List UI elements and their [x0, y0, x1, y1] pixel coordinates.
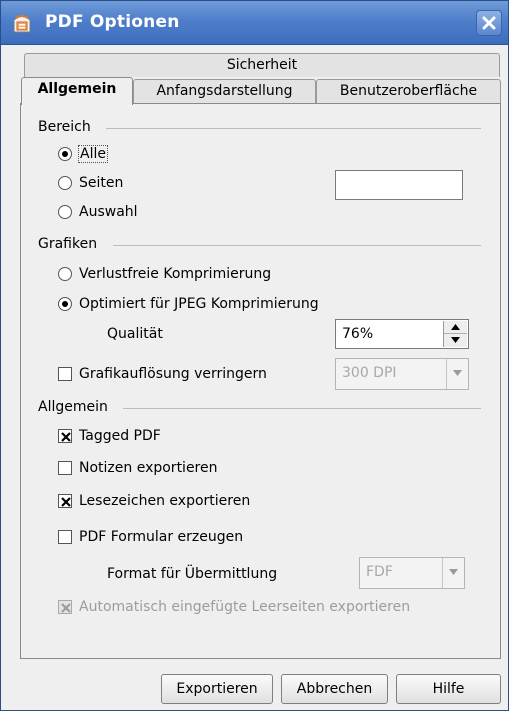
radio-verlustfrei[interactable]: Verlustfreie Komprimierung	[58, 266, 271, 282]
section-grafiken-heading: Grafiken	[38, 236, 98, 252]
radio-button-checked[interactable]	[58, 147, 72, 161]
checkbox-checked[interactable]	[58, 429, 72, 443]
aufloesung-dropdown[interactable]: 300 DPI	[335, 358, 469, 390]
checkbox-lesezeichen[interactable]: Lesezeichen exportieren	[58, 493, 250, 509]
radio-alle[interactable]: Alle	[58, 145, 108, 163]
tab-benutzeroberflaeche-label: Benutzeroberfläche	[339, 83, 478, 99]
spin-buttons	[443, 321, 467, 347]
help-button-label: Hilfe	[432, 681, 465, 697]
radio-alle-label: Alle	[78, 145, 108, 163]
radio-auswahl-label: Auswahl	[79, 204, 138, 220]
tab-benutzeroberflaeche[interactable]: Benutzeroberfläche	[316, 79, 501, 103]
checkbox[interactable]	[58, 530, 72, 544]
window-title: PDF Optionen	[45, 12, 180, 32]
checkbox[interactable]	[58, 367, 72, 381]
qualitaet-label: Qualität	[107, 326, 163, 342]
checkbox-aufloesung[interactable]: Grafikauflösung verringern	[58, 366, 267, 382]
pdf-options-dialog: PDF Optionen Sicherheit Allgemein Anfang…	[0, 0, 509, 711]
radio-button-checked[interactable]	[58, 297, 72, 311]
checkbox[interactable]	[58, 461, 72, 475]
export-button-label: Exportieren	[176, 681, 258, 697]
separator	[106, 128, 481, 129]
format-dropdown[interactable]: FDF	[359, 557, 465, 589]
tab-allgemein[interactable]: Allgemein	[21, 77, 133, 105]
seiten-input[interactable]	[335, 170, 463, 200]
checkbox-leerseiten-label: Automatisch eingefügte Leerseiten export…	[79, 599, 411, 615]
tab-sicherheit-label: Sicherheit	[226, 57, 298, 73]
aufloesung-dropdown-value: 300 DPI	[342, 365, 397, 381]
qualitaet-value: 76%	[342, 326, 374, 342]
qualitaet-spinbox[interactable]: 76%	[335, 319, 469, 349]
tab-allgemein-label: Allgemein	[37, 81, 117, 97]
separator	[113, 245, 481, 246]
checkbox-checked[interactable]	[58, 494, 72, 508]
radio-auswahl[interactable]: Auswahl	[58, 204, 138, 220]
chevron-down-icon	[442, 558, 464, 588]
close-button[interactable]	[476, 10, 502, 36]
checkbox-notizen-label: Notizen exportieren	[79, 460, 218, 476]
checkbox-pdf-formular-label: PDF Formular erzeugen	[79, 529, 244, 545]
radio-button[interactable]	[58, 267, 72, 281]
section-bereich-heading: Bereich	[38, 119, 91, 135]
help-button[interactable]: Hilfe	[396, 674, 501, 704]
spin-down-button[interactable]	[444, 334, 467, 347]
checkbox-leerseiten[interactable]: Automatisch eingefügte Leerseiten export…	[58, 599, 410, 615]
checkbox-lesezeichen-label: Lesezeichen exportieren	[79, 493, 251, 509]
radio-verlustfrei-label: Verlustfreie Komprimierung	[79, 266, 272, 282]
checkbox-checked-disabled[interactable]	[58, 600, 72, 614]
export-button[interactable]: Exportieren	[161, 674, 273, 704]
tab-anfangsdarstellung-label: Anfangsdarstellung	[156, 83, 293, 99]
section-allgemein-heading: Allgemein	[38, 399, 108, 415]
title-bar[interactable]: PDF Optionen	[1, 1, 508, 45]
checkbox-aufloesung-label: Grafikauflösung verringern	[79, 366, 267, 382]
checkbox-pdf-formular[interactable]: PDF Formular erzeugen	[58, 529, 243, 545]
radio-jpeg-label: Optimiert für JPEG Komprimierung	[79, 296, 319, 312]
radio-jpeg[interactable]: Optimiert für JPEG Komprimierung	[58, 296, 319, 312]
radio-button[interactable]	[58, 176, 72, 190]
cancel-button-label: Abbrechen	[296, 681, 373, 697]
format-label: Format für Übermittlung	[107, 566, 278, 582]
radio-button[interactable]	[58, 205, 72, 219]
radio-seiten[interactable]: Seiten	[58, 175, 123, 191]
checkbox-notizen[interactable]: Notizen exportieren	[58, 460, 218, 476]
tab-anfangsdarstellung[interactable]: Anfangsdarstellung	[133, 79, 316, 103]
separator	[123, 408, 481, 409]
tab-sicherheit[interactable]: Sicherheit	[24, 53, 500, 77]
checkbox-tagged-pdf-label: Tagged PDF	[79, 428, 161, 444]
spin-up-button[interactable]	[444, 321, 467, 334]
radio-seiten-label: Seiten	[79, 175, 124, 191]
format-dropdown-value: FDF	[366, 564, 393, 580]
chevron-down-icon	[446, 359, 468, 389]
cancel-button[interactable]: Abbrechen	[281, 674, 388, 704]
openoffice-icon	[10, 11, 34, 35]
checkbox-tagged-pdf[interactable]: Tagged PDF	[58, 428, 161, 444]
